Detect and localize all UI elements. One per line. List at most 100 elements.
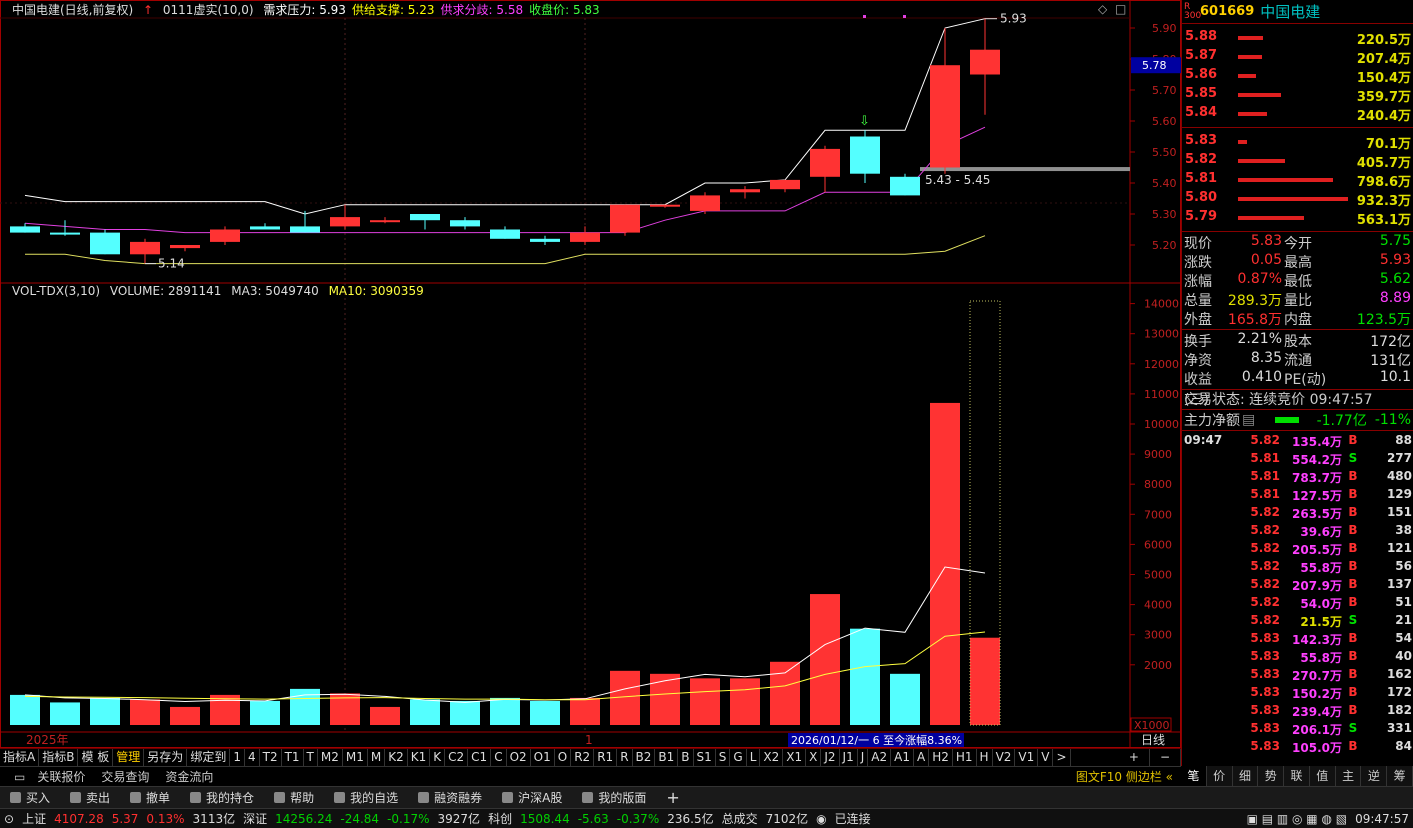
tab-41[interactable]: A (914, 749, 930, 766)
tab-17[interactable]: C2 (445, 749, 469, 766)
ask-row[interactable]: 5.86 150.4万 (1182, 66, 1413, 86)
tab-26[interactable]: B2 (633, 749, 656, 766)
tab-25[interactable]: R (617, 749, 633, 766)
right-tab-0[interactable]: 笔 (1181, 766, 1207, 786)
kline-chart[interactable]: 5.905.805.705.605.505.405.305.205.781400… (0, 0, 1181, 748)
tab-37[interactable]: J1 (840, 749, 858, 766)
tab-20[interactable]: O2 (507, 749, 531, 766)
stock-code[interactable]: 601669 (1200, 4, 1254, 19)
tab-36[interactable]: J2 (821, 749, 840, 766)
chart-title[interactable]: 中国电建(日线,前复权) (12, 3, 133, 17)
right-tab-6[interactable]: 主 (1336, 766, 1362, 786)
tick-list[interactable]: 09:47 5.82 135.4万 B 88 5.81 554.2万 S 277 5.81 783.… (1182, 431, 1413, 757)
tab-47[interactable]: V (1038, 749, 1054, 766)
toolbar-7[interactable]: 沪深A股 (492, 789, 572, 806)
tab-13[interactable]: M (368, 749, 386, 766)
tab-45[interactable]: V2 (993, 749, 1016, 766)
tab-15[interactable]: K1 (408, 749, 431, 766)
tab-7[interactable]: 4 (245, 749, 260, 766)
tab-32[interactable]: L (747, 749, 761, 766)
tab-22[interactable]: O (555, 749, 572, 766)
tab-4[interactable]: 另存为 (144, 749, 188, 766)
connection-status[interactable]: 已连接 (831, 810, 875, 827)
kline-chart-area[interactable]: 5.905.805.705.605.505.405.305.205.781400… (0, 0, 1181, 748)
ask-row[interactable]: 5.84 240.4万 (1182, 104, 1413, 124)
bid-row[interactable]: 5.80 932.3万 (1182, 189, 1413, 209)
indicator-name[interactable]: 0111虚实(10,0) (163, 3, 254, 17)
sz-index-label[interactable]: 深证 (239, 810, 271, 827)
bid-row[interactable]: 5.81 798.6万 (1182, 170, 1413, 190)
bid-row[interactable]: 5.83 70.1万 (1182, 132, 1413, 152)
tab-1[interactable]: 指标B (39, 749, 79, 766)
tab-35[interactable]: X (806, 749, 822, 766)
right-tab-4[interactable]: 联 (1284, 766, 1310, 786)
tab-27[interactable]: B1 (655, 749, 679, 766)
tab-3[interactable]: 管理 (113, 749, 145, 766)
tab-10[interactable]: T (304, 749, 318, 766)
volume-indicator-name[interactable]: VOL-TDX(3,10) (12, 284, 100, 298)
right-tab-5[interactable]: 值 (1310, 766, 1336, 786)
circle-icon[interactable]: ⊙ (0, 812, 18, 826)
tab-44[interactable]: H (977, 749, 993, 766)
toolbar-3[interactable]: 我的持仓 (180, 789, 264, 806)
tab-24[interactable]: R1 (594, 749, 618, 766)
sidebar-toggle[interactable]: 图文F10 侧边栏 « (1068, 768, 1181, 785)
tab-14[interactable]: K2 (385, 749, 408, 766)
tab-33[interactable]: X2 (760, 749, 784, 766)
bid-row[interactable]: 5.79 563.1万 (1182, 208, 1413, 228)
tab-19[interactable]: C (491, 749, 507, 766)
window-icon[interactable]: ▭ (0, 770, 29, 784)
subtab-2[interactable]: 资金流向 (157, 768, 221, 785)
tab-11[interactable]: M2 (318, 749, 343, 766)
tab-6[interactable]: 1 (230, 749, 245, 766)
zoom-out-button[interactable]: − (1150, 749, 1181, 766)
list-icon[interactable]: ▤ (1242, 412, 1255, 428)
tab-18[interactable]: C1 (468, 749, 492, 766)
toolbar-5[interactable]: 我的自选 (324, 789, 408, 806)
connection-icon[interactable]: ◉ (812, 812, 830, 826)
bid-row[interactable]: 5.82 405.7万 (1182, 151, 1413, 171)
toolbar-1[interactable]: 卖出 (60, 789, 120, 806)
tab-31[interactable]: G (730, 749, 747, 766)
right-tab-8[interactable]: 筹 (1387, 766, 1413, 786)
toolbar-0[interactable]: 买入 (0, 789, 60, 806)
right-tab-7[interactable]: 逆 (1361, 766, 1388, 786)
tab-40[interactable]: A1 (891, 749, 914, 766)
subtab-0[interactable]: 关联报价 (29, 768, 93, 785)
tab-30[interactable]: S (716, 749, 731, 766)
tab-43[interactable]: H1 (953, 749, 977, 766)
subtab-1[interactable]: 交易查询 (93, 768, 157, 785)
tab-34[interactable]: X1 (783, 749, 807, 766)
toolbar-8[interactable]: 我的版面 (572, 789, 656, 806)
sh-index-label[interactable]: 上证 (18, 810, 50, 827)
ask-row[interactable]: 5.88 220.5万 (1182, 28, 1413, 48)
right-tab-2[interactable]: 细 (1233, 766, 1259, 786)
tab-16[interactable]: K (430, 749, 446, 766)
toolbar-6[interactable]: 融资融券 (408, 789, 492, 806)
tab-38[interactable]: J (858, 749, 869, 766)
tab-5[interactable]: 绑定到 (187, 749, 231, 766)
tab-48[interactable]: > (1053, 749, 1071, 766)
tab-12[interactable]: M1 (343, 749, 368, 766)
right-tab-1[interactable]: 价 (1207, 766, 1233, 786)
tab-29[interactable]: S1 (694, 749, 716, 766)
tab-21[interactable]: O1 (531, 749, 555, 766)
kc-index-label[interactable]: 科创 (484, 810, 516, 827)
stock-name[interactable]: 中国电建 (1260, 1, 1320, 22)
tab-28[interactable]: B (678, 749, 694, 766)
status-icons[interactable]: ▣ ▤ ▥ ◎ ▦ ◍ ▧ (1243, 812, 1352, 826)
toolbar-4[interactable]: 帮助 (264, 789, 324, 806)
tab-9[interactable]: T1 (282, 749, 304, 766)
toolbar-2[interactable]: 撤单 (120, 789, 180, 806)
add-icon[interactable]: + (656, 788, 689, 807)
tab-8[interactable]: T2 (260, 749, 282, 766)
tab-0[interactable]: 指标A (0, 749, 40, 766)
ask-row[interactable]: 5.85 359.7万 (1182, 85, 1413, 105)
tab-2[interactable]: 模 板 (78, 749, 114, 766)
zoom-in-button[interactable]: + (1119, 749, 1150, 766)
tab-46[interactable]: V1 (1015, 749, 1039, 766)
tab-42[interactable]: H2 (929, 749, 953, 766)
ask-row[interactable]: 5.87 207.4万 (1182, 47, 1413, 67)
tab-23[interactable]: R2 (571, 749, 595, 766)
right-tab-3[interactable]: 势 (1258, 766, 1285, 786)
